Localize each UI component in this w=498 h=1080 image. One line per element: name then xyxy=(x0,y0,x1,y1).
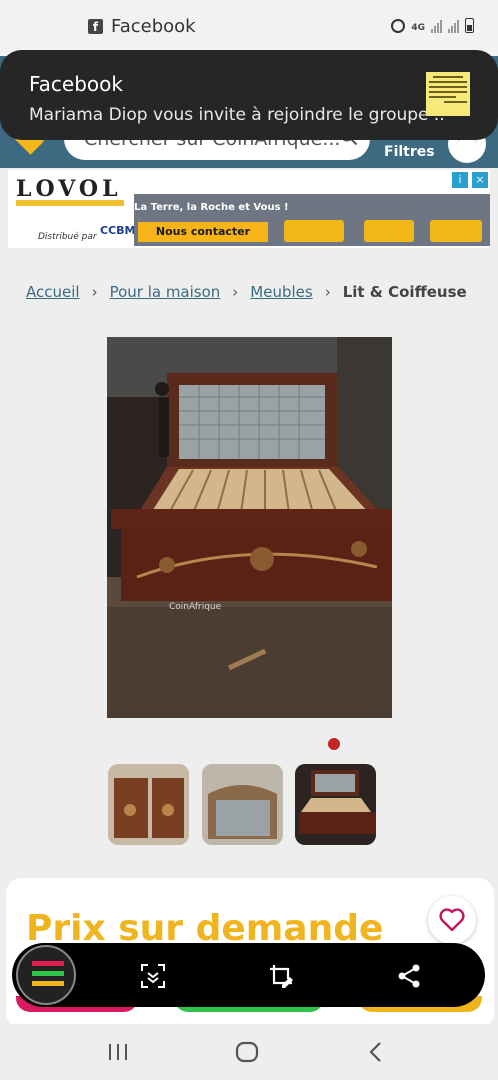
screenshot-preview[interactable] xyxy=(16,945,76,1005)
alarm-icon xyxy=(391,19,406,33)
battery-icon xyxy=(465,18,474,33)
breadcrumb: Accueil › Pour la maison › Meubles › Lit… xyxy=(26,283,467,301)
ad-info-icon[interactable]: i xyxy=(452,172,468,188)
ad-brand-stripe xyxy=(16,200,124,206)
ad-distributed-by: Distribué par xyxy=(38,232,97,242)
breadcrumb-separator: › xyxy=(324,283,331,301)
breadcrumb-furniture[interactable]: Meubles xyxy=(250,283,312,301)
share-icon[interactable] xyxy=(396,963,422,989)
breadcrumb-current: Lit & Coiffeuse xyxy=(342,283,467,301)
facebook-icon: f xyxy=(88,19,103,34)
ad-tagline: La Terre, la Roche et Vous ! xyxy=(134,202,289,213)
gallery-thumbnail-3[interactable] xyxy=(295,764,376,845)
status-app-name: Facebook xyxy=(111,16,196,37)
back-icon[interactable] xyxy=(362,1038,390,1066)
status-app: f Facebook xyxy=(88,16,196,37)
listing-main-photo[interactable]: CoinAfrique xyxy=(107,337,392,718)
ad-banner[interactable]: LOVOL Distribué par CCBM La Terre, la Ro… xyxy=(8,170,490,248)
gallery-thumbnail-2[interactable] xyxy=(202,764,283,845)
favorite-button[interactable] xyxy=(428,896,476,944)
breadcrumb-home[interactable]: Accueil xyxy=(26,283,80,301)
notification-thumbnail xyxy=(426,72,470,116)
screenshot-toolbar xyxy=(12,943,485,1007)
excavator-image xyxy=(284,220,344,242)
navigation-bar xyxy=(0,1024,498,1080)
network-type: 4G xyxy=(411,23,425,33)
gallery-thumbnail-1[interactable] xyxy=(108,764,189,845)
notification-title: Facebook xyxy=(29,72,123,96)
breadcrumb-home-category[interactable]: Pour la maison xyxy=(110,283,221,301)
photo-watermark: CoinAfrique xyxy=(169,602,222,612)
notification-banner[interactable]: Facebook Mariama Diop vous invite à rejo… xyxy=(0,50,498,140)
status-bar: f Facebook 4G xyxy=(0,0,498,56)
breadcrumb-separator: › xyxy=(232,283,239,301)
scroll-capture-icon[interactable] xyxy=(140,963,166,989)
loader-image xyxy=(364,220,414,242)
breadcrumb-separator: › xyxy=(91,283,98,301)
filters-button[interactable]: Filtres xyxy=(384,144,435,160)
recent-apps-icon[interactable] xyxy=(104,1038,132,1066)
signal-icon-2 xyxy=(448,19,459,33)
home-icon[interactable] xyxy=(233,1038,261,1066)
ad-brand: LOVOL xyxy=(16,176,122,202)
crop-edit-icon[interactable] xyxy=(268,963,294,989)
signal-icon xyxy=(431,19,442,33)
ad-image: La Terre, la Roche et Vous ! Nous contac… xyxy=(134,194,490,246)
bulldozer-image xyxy=(430,220,482,242)
gallery-dot-indicator xyxy=(328,738,340,750)
system-icons: 4G xyxy=(391,18,474,33)
ad-contact-button[interactable]: Nous contacter xyxy=(138,222,268,242)
ad-close-icon[interactable]: × xyxy=(472,172,488,188)
heart-icon xyxy=(439,908,465,932)
ad-distributor: CCBM xyxy=(100,224,136,237)
notification-message: Mariama Diop vous invite à rejoindre le … xyxy=(29,105,445,125)
